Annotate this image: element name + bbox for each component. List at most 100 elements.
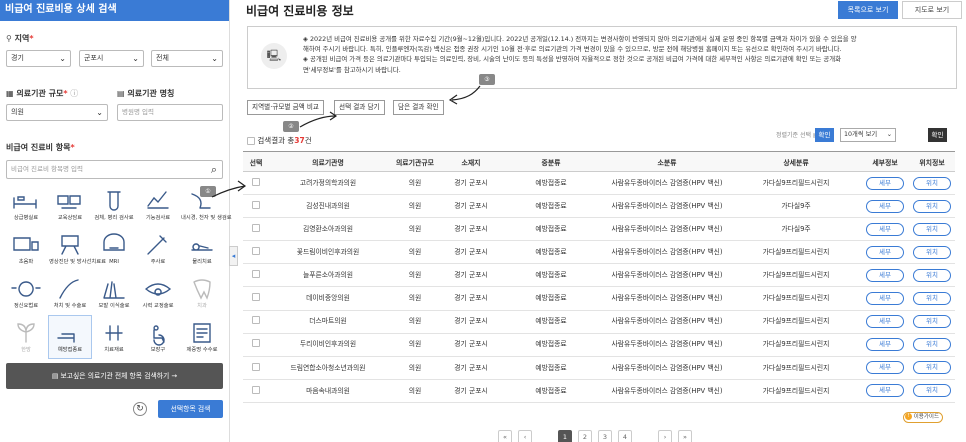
mid-category: 예방접종료 <box>499 356 603 380</box>
detail-button[interactable]: 세부 <box>866 315 904 329</box>
table-row[interactable]: 두리이비인후과의원 의원 경기 군포시 예방접종료 사람유두종바이러스 감염증(HPV … <box>243 333 955 357</box>
detail-button[interactable]: 세부 <box>866 338 904 352</box>
hospital-name[interactable]: 김성진내과의원 <box>269 194 387 219</box>
hospital-name[interactable]: 늘푸른소아과의원 <box>269 263 387 288</box>
row-checkbox[interactable] <box>252 247 260 256</box>
table-row[interactable]: 꽃드림이비인후과의원 의원 경기 군포시 예방접종료 사람유두종바이러스 감염증(HPV… <box>243 240 955 265</box>
location-button[interactable]: 위치 <box>913 384 951 398</box>
select-cell[interactable] <box>243 217 269 242</box>
last-page-button[interactable]: » <box>678 430 692 442</box>
select-cell[interactable] <box>243 171 269 196</box>
hospital-name[interactable]: 마음속내과의원 <box>269 379 387 403</box>
table-row[interactable]: 드림연합소아청소년과의원 의원 경기 군포시 예방접종료 사람유두종바이러스 감염증(H… <box>243 356 955 380</box>
page-4[interactable]: 4 <box>618 430 632 442</box>
select-cell[interactable] <box>243 379 269 403</box>
location-cell: 위치 <box>909 286 955 311</box>
info-icon: ! <box>905 412 912 420</box>
sub-category: 사람유두종바이러스 감염증(HPV 백신) <box>603 171 731 196</box>
next-page-button[interactable]: › <box>658 430 672 442</box>
page-1[interactable]: 1 <box>558 430 572 442</box>
detail-button[interactable]: 세부 <box>866 361 904 375</box>
table-row[interactable]: 마음속내과의원 의원 경기 군포시 예방접종료 사람유두종바이러스 감염증(HPV 백신… <box>243 379 955 403</box>
user-guide-button[interactable]: ! 이용가이드 <box>903 412 944 423</box>
select-cell[interactable] <box>243 194 269 219</box>
detail-button[interactable]: 세부 <box>866 176 904 190</box>
prev-page-button[interactable]: ‹ <box>518 430 532 442</box>
row-checkbox[interactable] <box>252 293 260 302</box>
page-size-confirm-button[interactable]: 확인 <box>928 128 947 142</box>
select-cell[interactable] <box>243 240 269 265</box>
first-page-button[interactable]: « <box>498 430 512 442</box>
detail-button[interactable]: 세부 <box>866 268 904 282</box>
hospital-name[interactable]: 데이비중앙의원 <box>269 286 387 311</box>
hospital-name[interactable]: 드림연합소아청소년과의원 <box>269 356 387 380</box>
location-button[interactable]: 위치 <box>913 176 951 190</box>
detail-category: 가다실9주 <box>731 217 861 242</box>
hospital-size: 의원 <box>387 240 443 265</box>
chevron-down-icon: ⌄ <box>886 131 892 138</box>
detail-category: 가다실9프리필드시린지 <box>731 379 861 403</box>
sort-confirm-button[interactable]: 확인 <box>815 128 834 142</box>
table-row[interactable]: 김영환소아과의원 의원 경기 군포시 예방접종료 사람유두종바이러스 감염증(HPV 백… <box>243 217 955 242</box>
page-3[interactable]: 3 <box>598 430 612 442</box>
detail-cell: 세부 <box>861 379 909 403</box>
select-cell[interactable] <box>243 310 269 334</box>
hospital-size: 의원 <box>387 286 443 311</box>
table-row[interactable]: 데이비중앙의원 의원 경기 군포시 예방접종료 사람유두종바이러스 감염증(HPV 백신… <box>243 286 955 311</box>
hospital-name[interactable]: 두리이비인후과의원 <box>269 333 387 357</box>
detail-button[interactable]: 세부 <box>866 199 904 213</box>
table-row[interactable]: 늘푸른소아과의원 의원 경기 군포시 예방접종료 사람유두종바이러스 감염증(HPV 백… <box>243 263 955 288</box>
row-checkbox[interactable] <box>252 223 260 232</box>
detail-button[interactable]: 세부 <box>866 222 904 236</box>
location-button[interactable]: 위치 <box>913 268 951 282</box>
location-button[interactable]: 위치 <box>913 222 951 236</box>
detail-category: 가다실9주 <box>731 194 861 219</box>
row-checkbox[interactable] <box>252 362 260 371</box>
mid-category: 예방접종료 <box>499 240 603 265</box>
table-row[interactable]: 고려가정의학과의원 의원 경기 군포시 예방접종료 사람유두종바이러스 감염증(HPV … <box>243 171 955 196</box>
location-button[interactable]: 위치 <box>913 361 951 375</box>
select-all-checkbox[interactable] <box>247 137 255 145</box>
row-checkbox[interactable] <box>252 385 260 394</box>
location-cell: 위치 <box>909 310 955 334</box>
detail-button[interactable]: 세부 <box>866 384 904 398</box>
location-cell: 위치 <box>909 333 955 357</box>
location: 경기 군포시 <box>443 263 499 288</box>
detail-button[interactable]: 세부 <box>866 245 904 259</box>
select-cell[interactable] <box>243 286 269 311</box>
location: 경기 군포시 <box>443 379 499 403</box>
table-row[interactable]: 더스마트의원 의원 경기 군포시 예방접종료 사람유두종바이러스 감염증(HPV 백신)… <box>243 310 955 334</box>
location-button[interactable]: 위치 <box>913 292 951 306</box>
detail-cell: 세부 <box>861 310 909 334</box>
row-checkbox[interactable] <box>252 200 260 209</box>
select-cell[interactable] <box>243 263 269 288</box>
table-header: 선택 의료기관명 의료기관규모 소재지 중분류 소분류 상세분류 세부정보 위치정보 <box>243 151 955 172</box>
sort-select[interactable]: 정렬기준 선택 ▤ <box>776 130 819 139</box>
location-cell: 위치 <box>909 263 955 288</box>
location-button[interactable]: 위치 <box>913 338 951 352</box>
table-row[interactable]: 김성진내과의원 의원 경기 군포시 예방접종료 사람유두종바이러스 감염증(HPV 백신… <box>243 194 955 219</box>
location: 경기 군포시 <box>443 286 499 311</box>
location-button[interactable]: 위치 <box>913 245 951 259</box>
results-table: 선택 의료기관명 의료기관규모 소재지 중분류 소분류 상세분류 세부정보 위치정보 고려가정의… <box>243 151 955 403</box>
page-2[interactable]: 2 <box>578 430 592 442</box>
hospital-name[interactable]: 꽃드림이비인후과의원 <box>269 240 387 265</box>
hospital-size: 의원 <box>387 333 443 357</box>
location-button[interactable]: 위치 <box>913 199 951 213</box>
hospital-name[interactable]: 김영환소아과의원 <box>269 217 387 242</box>
location: 경기 군포시 <box>443 194 499 219</box>
row-checkbox[interactable] <box>252 177 260 186</box>
sub-category: 사람유두종바이러스 감염증(HPV 백신) <box>603 217 731 242</box>
sub-category: 사람유두종바이러스 감염증(HPV 백신) <box>603 194 731 219</box>
hospital-name[interactable]: 고려가정의학과의원 <box>269 171 387 196</box>
location-button[interactable]: 위치 <box>913 315 951 329</box>
row-checkbox[interactable] <box>252 316 260 325</box>
page-size-select[interactable]: 10개씩 보기 ⌄ <box>840 128 896 142</box>
detail-category: 가다실9프리필드시린지 <box>731 356 861 380</box>
detail-button[interactable]: 세부 <box>866 292 904 306</box>
row-checkbox[interactable] <box>252 339 260 348</box>
select-cell[interactable] <box>243 333 269 357</box>
hospital-name[interactable]: 더스마트의원 <box>269 310 387 334</box>
row-checkbox[interactable] <box>252 270 260 279</box>
select-cell[interactable] <box>243 356 269 380</box>
